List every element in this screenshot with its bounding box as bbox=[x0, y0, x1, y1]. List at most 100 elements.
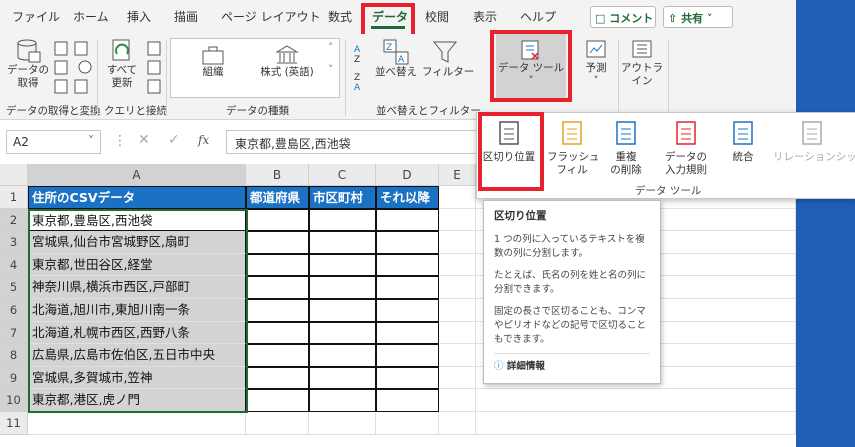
refresh-all-button[interactable]: すべて 更新 bbox=[100, 38, 144, 90]
table-header-cell[interactable]: 都道府県 bbox=[246, 186, 309, 209]
cell-empty[interactable] bbox=[439, 321, 476, 345]
row-header[interactable]: 9 bbox=[0, 366, 28, 390]
stocks-type-button[interactable]: 組織 bbox=[190, 44, 236, 79]
insert-function-icon[interactable]: fx bbox=[198, 133, 209, 147]
forecast-icon bbox=[586, 40, 606, 58]
table-cell[interactable] bbox=[376, 366, 439, 390]
cell[interactable] bbox=[28, 412, 246, 435]
cancel-icon[interactable]: ✕ bbox=[138, 132, 150, 148]
table-cell[interactable] bbox=[376, 231, 439, 254]
table-cell[interactable] bbox=[309, 321, 376, 345]
table-cell[interactable] bbox=[309, 253, 376, 277]
table-cell[interactable] bbox=[309, 231, 376, 254]
share-button[interactable]: ⇧ 共有 ˅ bbox=[663, 6, 733, 28]
enter-icon[interactable]: ✓ bbox=[168, 132, 180, 148]
row-header[interactable]: 6 bbox=[0, 299, 28, 322]
filter-button[interactable]: フィルター bbox=[422, 38, 474, 79]
table-cell[interactable] bbox=[246, 389, 309, 412]
sort-ascending-icon[interactable]: AZZA bbox=[352, 40, 370, 92]
table-cell[interactable] bbox=[376, 299, 439, 322]
column-header-e[interactable]: E bbox=[439, 164, 476, 186]
tab-review[interactable]: 校閲 bbox=[425, 8, 449, 28]
table-cell[interactable] bbox=[376, 276, 439, 299]
cell-empty[interactable] bbox=[439, 299, 476, 322]
table-cell[interactable] bbox=[246, 208, 309, 232]
table-cell[interactable] bbox=[309, 389, 376, 412]
table-cell[interactable] bbox=[376, 344, 439, 367]
table-cell[interactable] bbox=[246, 321, 309, 345]
table-cell[interactable] bbox=[246, 299, 309, 322]
column-header-d[interactable]: D bbox=[376, 164, 439, 186]
table-cell[interactable] bbox=[246, 231, 309, 254]
tab-insert[interactable]: 挿入 bbox=[127, 8, 151, 28]
cell-empty[interactable] bbox=[476, 412, 796, 435]
sort-button[interactable]: ZA 並べ替え bbox=[374, 38, 418, 79]
table-cell[interactable] bbox=[246, 344, 309, 367]
get-data-button[interactable]: データの 取得 bbox=[6, 38, 50, 90]
table-header-cell[interactable]: 市区町村 bbox=[309, 186, 376, 209]
table-cell[interactable] bbox=[376, 253, 439, 277]
comments-button[interactable]: □ コメント bbox=[590, 6, 656, 28]
cell-empty[interactable] bbox=[439, 231, 476, 254]
tab-draw[interactable]: 描画 bbox=[174, 8, 198, 28]
tab-file[interactable]: ファイル bbox=[12, 8, 60, 28]
select-all-corner[interactable] bbox=[0, 164, 28, 186]
cell[interactable] bbox=[309, 412, 376, 435]
table-cell[interactable] bbox=[246, 253, 309, 277]
outline-button[interactable]: アウトラ イン bbox=[620, 38, 664, 88]
table-cell[interactable] bbox=[376, 389, 439, 412]
column-header-c[interactable]: C bbox=[309, 164, 376, 186]
row-header[interactable]: 3 bbox=[0, 231, 28, 254]
cell-empty[interactable] bbox=[439, 276, 476, 299]
row-header[interactable]: 7 bbox=[0, 321, 28, 345]
tab-home[interactable]: ホーム bbox=[73, 8, 109, 28]
table-cell[interactable] bbox=[309, 366, 376, 390]
row-header[interactable]: 4 bbox=[0, 253, 28, 277]
tab-help[interactable]: ヘルプ bbox=[520, 8, 556, 28]
cell-empty[interactable] bbox=[476, 389, 796, 412]
cell-empty[interactable] bbox=[439, 253, 476, 277]
row-header[interactable]: 2 bbox=[0, 208, 28, 232]
geography-type-button[interactable]: 株式 (英語) bbox=[252, 44, 322, 79]
gallery-scroll-up-icon[interactable]: ˄ bbox=[328, 42, 333, 54]
tab-formulas[interactable]: 数式 bbox=[328, 8, 352, 28]
data-tools-item[interactable]: リレーションシップ bbox=[773, 119, 855, 164]
table-cell[interactable] bbox=[376, 208, 439, 232]
tab-page-layout[interactable]: ページ レイアウト bbox=[221, 8, 321, 28]
table-cell[interactable] bbox=[376, 321, 439, 345]
cell[interactable] bbox=[376, 412, 439, 435]
table-header-cell[interactable]: 住所のCSVデータ bbox=[28, 186, 246, 209]
gallery-scroll-down-icon[interactable]: ˅ bbox=[328, 64, 333, 76]
cell-empty[interactable] bbox=[439, 344, 476, 367]
data-tools-item[interactable]: フラッシュ フィル bbox=[547, 119, 600, 177]
name-box[interactable]: A2 ˅ bbox=[6, 130, 101, 154]
column-header-a[interactable]: A bbox=[28, 164, 246, 186]
table-cell[interactable] bbox=[246, 276, 309, 299]
forecast-button[interactable]: 予測 ˅ bbox=[576, 38, 616, 88]
row-header[interactable]: 11 bbox=[0, 412, 28, 435]
table-cell[interactable] bbox=[309, 299, 376, 322]
table-cell[interactable] bbox=[309, 208, 376, 232]
cell-empty[interactable] bbox=[439, 208, 476, 232]
data-tools-item[interactable]: データの 入力規則 bbox=[655, 119, 717, 177]
learn-more-link[interactable]: ⓘ 詳細情報 bbox=[494, 353, 650, 374]
formula-input[interactable]: 東京都,豊島区,西池袋 bbox=[226, 130, 506, 154]
cell[interactable] bbox=[246, 412, 309, 435]
cell-empty[interactable] bbox=[439, 186, 476, 209]
tab-view[interactable]: 表示 bbox=[473, 8, 497, 28]
table-header-cell[interactable]: それ以降 bbox=[376, 186, 439, 209]
cell-empty[interactable] bbox=[439, 366, 476, 390]
data-tools-item[interactable]: 統合 bbox=[721, 119, 765, 164]
table-cell[interactable] bbox=[309, 276, 376, 299]
table-cell[interactable] bbox=[309, 344, 376, 367]
row-header[interactable]: 10 bbox=[0, 389, 28, 412]
cell-empty[interactable] bbox=[439, 389, 476, 412]
row-header[interactable]: 1 bbox=[0, 186, 28, 209]
data-tools-item[interactable]: 重複 の削除 bbox=[601, 119, 651, 177]
data-tools-item-label: 入力規則 bbox=[665, 164, 707, 176]
row-header[interactable]: 8 bbox=[0, 344, 28, 367]
column-header-b[interactable]: B bbox=[246, 164, 309, 186]
table-cell[interactable] bbox=[246, 366, 309, 390]
cell-empty[interactable] bbox=[439, 412, 476, 435]
row-header[interactable]: 5 bbox=[0, 276, 28, 299]
